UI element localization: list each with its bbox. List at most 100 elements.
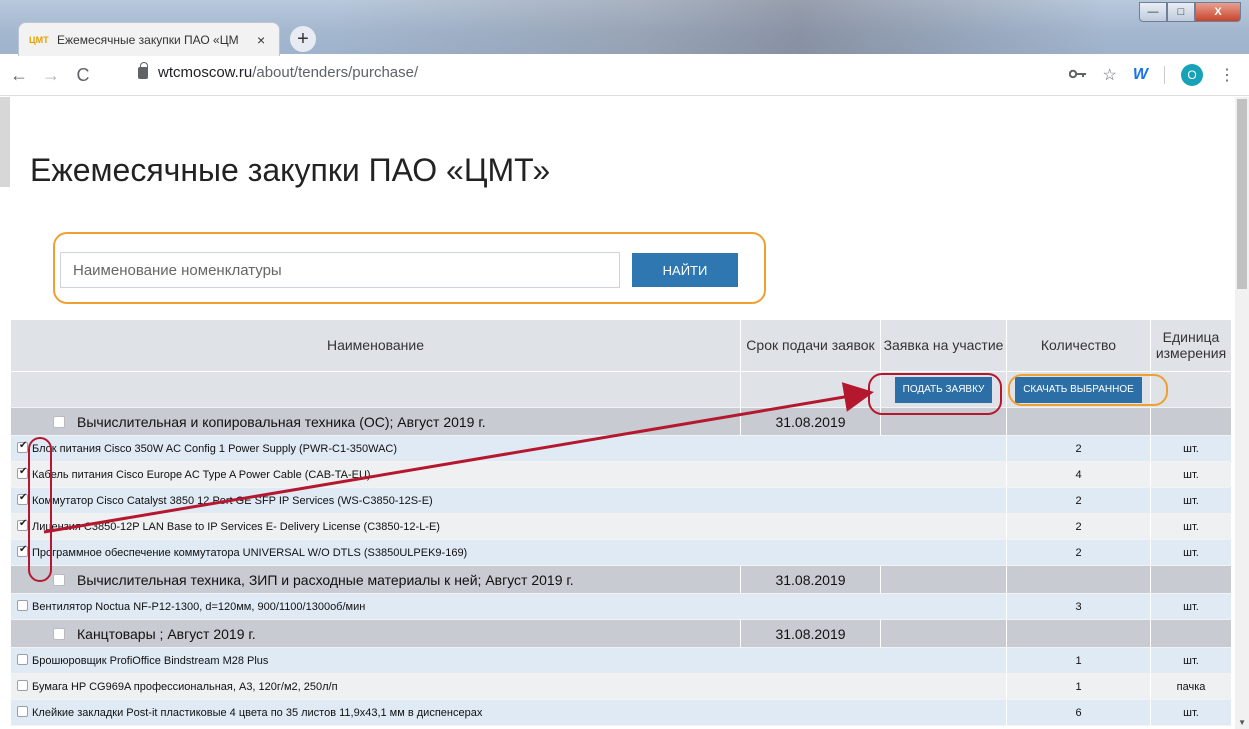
item-quantity: 1 bbox=[1006, 647, 1151, 674]
group-row: Вычислительная и копировальная техника (… bbox=[10, 407, 1232, 436]
menu-icon[interactable]: ⋮ bbox=[1219, 65, 1235, 85]
find-button[interactable]: НАЙТИ bbox=[632, 253, 738, 287]
group-name-cell: Вычислительная техника, ЗИП и расходные … bbox=[10, 565, 741, 594]
item-unit: шт. bbox=[1150, 593, 1232, 620]
item-unit: шт. bbox=[1150, 487, 1232, 514]
header-quantity: Количество bbox=[1006, 319, 1151, 372]
item-name: Вентилятор Noctua NF-P12-1300, d=120мм, … bbox=[32, 600, 366, 613]
header-name: Наименование bbox=[10, 319, 741, 372]
group-spacer bbox=[880, 565, 1007, 594]
bookmark-star-icon[interactable]: ☆ bbox=[1103, 65, 1117, 85]
close-window-button[interactable]: X bbox=[1195, 2, 1241, 22]
item-unit: шт. bbox=[1150, 647, 1232, 674]
address-bar[interactable]: wtcmoscow.ru/about/tenders/purchase/ bbox=[138, 61, 419, 81]
title-bar: ЦМТ Ежемесячные закупки ПАО «ЦМ × + — □ … bbox=[0, 0, 1249, 56]
browser-toolbar: ← → C wtcmoscow.ru/about/tenders/purchas… bbox=[0, 56, 1249, 96]
toolbar-actions: ☆ W O ⋮ bbox=[1068, 64, 1235, 86]
item-name: Кабель питания Cisco Europe AC Type A Po… bbox=[32, 468, 371, 481]
item-checkbox[interactable] bbox=[17, 440, 28, 454]
table-row: Клейкие закладки Post-it пластиковые 4 ц… bbox=[10, 699, 1232, 726]
url-path: /about/tenders/purchase/ bbox=[252, 64, 419, 81]
group-spacer bbox=[1150, 565, 1232, 594]
scroll-down-icon[interactable]: ▼ bbox=[1238, 718, 1246, 727]
back-arrow-icon[interactable]: ← bbox=[6, 65, 32, 86]
group-checkbox[interactable] bbox=[53, 627, 65, 640]
reload-icon[interactable]: C bbox=[70, 65, 96, 86]
item-name-cell: Кабель питания Cisco Europe AC Type A Po… bbox=[10, 461, 1007, 488]
item-checkbox[interactable] bbox=[17, 680, 28, 692]
close-tab-icon[interactable]: × bbox=[257, 32, 265, 48]
table-row: Лицензия C3850-12P LAN Base to IP Servic… bbox=[10, 513, 1232, 540]
item-unit: пачка bbox=[1150, 673, 1232, 700]
maximize-button[interactable]: □ bbox=[1167, 2, 1195, 22]
table-row: Программное обеспечение коммутатора UNIV… bbox=[10, 539, 1232, 566]
table-body: ПОДАТЬ ЗАЯВКУ СКАЧАТЬ ВЫБРАННОЕ Вычислит… bbox=[10, 371, 1232, 726]
group-spacer bbox=[880, 619, 1007, 648]
submit-cell: ПОДАТЬ ЗАЯВКУ bbox=[880, 371, 1007, 408]
extension-icon[interactable]: W bbox=[1133, 66, 1148, 84]
submit-application-button[interactable]: ПОДАТЬ ЗАЯВКУ bbox=[894, 376, 993, 403]
table-row: Коммутатор Cisco Catalyst 3850 12 Port G… bbox=[10, 487, 1232, 514]
table-header-row: Наименование Срок подачи заявок Заявка н… bbox=[10, 319, 1232, 372]
browser-tab[interactable]: ЦМТ Ежемесячные закупки ПАО «ЦМ × bbox=[18, 22, 280, 56]
window-controls: — □ X bbox=[1139, 2, 1241, 22]
minimize-button[interactable]: — bbox=[1139, 2, 1167, 22]
profile-avatar[interactable]: O bbox=[1181, 64, 1203, 86]
search-input[interactable] bbox=[60, 252, 620, 288]
group-name-cell: Вычислительная и копировальная техника (… bbox=[10, 407, 741, 436]
lock-icon bbox=[138, 61, 148, 79]
item-name: Клейкие закладки Post-it пластиковые 4 ц… bbox=[32, 706, 483, 719]
item-name-cell: Программное обеспечение коммутатора UNIV… bbox=[10, 539, 1007, 566]
item-name-cell: Бумага HP CG969A профессиональная, A3, 1… bbox=[10, 673, 1007, 700]
forward-arrow-icon[interactable]: → bbox=[38, 65, 64, 86]
group-date: 31.08.2019 bbox=[740, 619, 881, 648]
tab-title: Ежемесячные закупки ПАО «ЦМ bbox=[57, 32, 239, 47]
actions-row: ПОДАТЬ ЗАЯВКУ СКАЧАТЬ ВЫБРАННОЕ bbox=[10, 371, 1232, 408]
item-quantity: 2 bbox=[1006, 539, 1151, 566]
item-unit: шт. bbox=[1150, 461, 1232, 488]
item-quantity: 1 bbox=[1006, 673, 1151, 700]
item-name-cell: Лицензия C3850-12P LAN Base to IP Servic… bbox=[10, 513, 1007, 540]
group-spacer bbox=[880, 407, 1007, 436]
download-cell: СКАЧАТЬ ВЫБРАННОЕ bbox=[1006, 371, 1151, 408]
item-checkbox[interactable] bbox=[17, 544, 28, 558]
group-checkbox[interactable] bbox=[53, 415, 65, 428]
group-row: Вычислительная техника, ЗИП и расходные … bbox=[10, 565, 1232, 594]
scrollbar[interactable]: ▼ bbox=[1235, 97, 1249, 729]
item-name: Лицензия C3850-12P LAN Base to IP Servic… bbox=[32, 520, 440, 533]
item-quantity: 2 bbox=[1006, 435, 1151, 462]
download-selected-button[interactable]: СКАЧАТЬ ВЫБРАННОЕ bbox=[1015, 376, 1142, 403]
group-checkbox[interactable] bbox=[53, 573, 65, 586]
group-spacer bbox=[1150, 619, 1232, 648]
group-date: 31.08.2019 bbox=[740, 565, 881, 594]
table-row: Кабель питания Cisco Europe AC Type A Po… bbox=[10, 461, 1232, 488]
item-name: Брошюровщик ProfiOffice Bindstream M28 P… bbox=[32, 654, 269, 667]
item-unit: шт. bbox=[1150, 513, 1232, 540]
item-unit: шт. bbox=[1150, 539, 1232, 566]
page-title: Ежемесячные закупки ПАО «ЦМТ» bbox=[30, 152, 551, 188]
url-host: wtcmoscow.ru bbox=[158, 64, 253, 81]
table-row: Блок питания Cisco 350W AC Config 1 Powe… bbox=[10, 435, 1232, 462]
header-unit: Единица измерения bbox=[1150, 319, 1232, 372]
group-spacer bbox=[1150, 407, 1232, 436]
item-checkbox[interactable] bbox=[17, 518, 28, 532]
scrollbar-thumb[interactable] bbox=[1237, 99, 1247, 289]
item-name-cell: Клейкие закладки Post-it пластиковые 4 ц… bbox=[10, 699, 1007, 726]
item-checkbox[interactable] bbox=[17, 492, 28, 506]
item-unit: шт. bbox=[1150, 435, 1232, 462]
item-name-cell: Вентилятор Noctua NF-P12-1300, d=120мм, … bbox=[10, 593, 1007, 620]
item-checkbox[interactable] bbox=[17, 706, 28, 718]
item-quantity: 4 bbox=[1006, 461, 1151, 488]
item-checkbox[interactable] bbox=[17, 600, 28, 612]
item-checkbox[interactable] bbox=[17, 466, 28, 480]
group-name: Канцтовары ; Август 2019 г. bbox=[77, 625, 256, 642]
key-icon[interactable] bbox=[1068, 66, 1087, 84]
item-checkbox[interactable] bbox=[17, 654, 28, 666]
browser-window: ЦМТ Ежемесячные закупки ПАО «ЦМ × + — □ … bbox=[0, 0, 1249, 729]
item-name-cell: Блок питания Cisco 350W AC Config 1 Powe… bbox=[10, 435, 1007, 462]
new-tab-button[interactable]: + bbox=[290, 26, 316, 52]
item-name: Коммутатор Cisco Catalyst 3850 12 Port G… bbox=[32, 494, 433, 507]
header-application: Заявка на участие bbox=[880, 319, 1007, 372]
page-content: Ежемесячные закупки ПАО «ЦМТ» НАЙТИ Наим… bbox=[0, 97, 1249, 729]
toolbar-separator bbox=[1164, 66, 1165, 84]
